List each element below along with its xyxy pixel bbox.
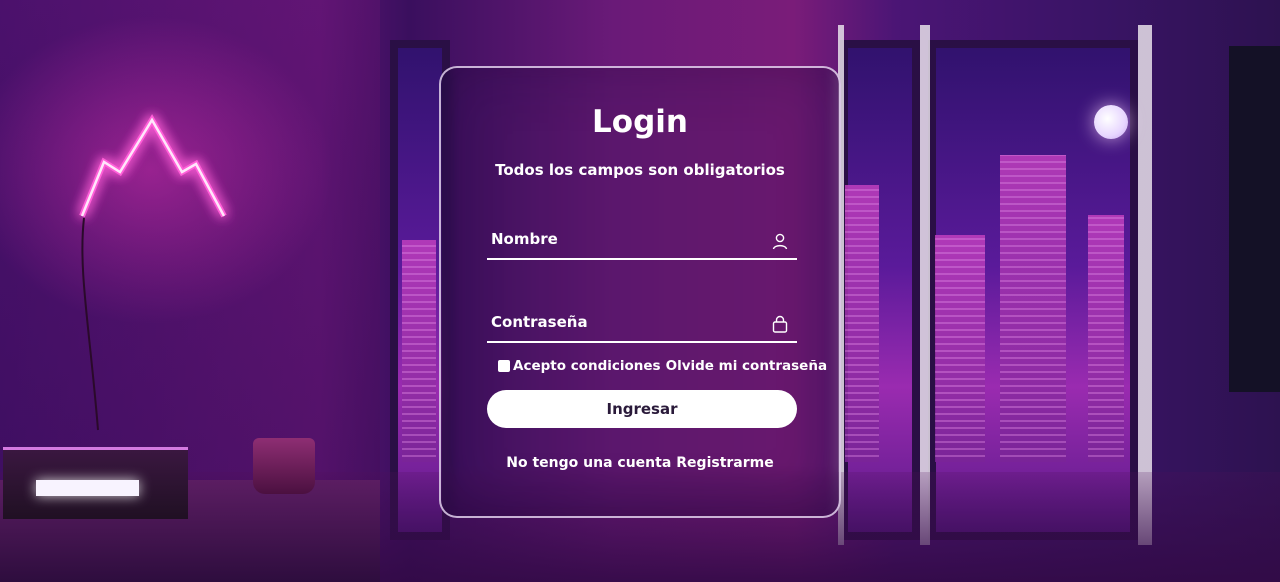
plant-pot <box>253 438 315 494</box>
login-subtitle: Todos los campos son obligatorios <box>495 161 785 179</box>
register-row: No tengo una cuenta Registrarme <box>441 455 839 471</box>
radio <box>3 447 188 519</box>
name-input[interactable] <box>487 220 757 258</box>
neon-mountain-sign <box>70 110 240 431</box>
accept-terms-label: Acepto condiciones <box>513 358 661 374</box>
login-title: Login <box>592 104 688 140</box>
building <box>1088 215 1124 462</box>
remember-row: Acepto condiciones Olvide mi contraseña <box>498 358 827 374</box>
login-card: Login Todos los campos son obligatorios … <box>439 66 841 518</box>
lock-icon <box>771 315 789 333</box>
no-account-text: No tengo una cuenta <box>506 455 672 471</box>
window-frame <box>920 25 930 545</box>
accept-terms-checkbox[interactable] <box>498 360 510 372</box>
name-field <box>487 220 797 260</box>
user-icon <box>771 232 789 250</box>
building <box>1000 155 1066 462</box>
moon <box>1094 105 1128 139</box>
building <box>935 235 985 462</box>
building <box>402 240 436 462</box>
password-field <box>487 303 797 343</box>
forgot-password-link[interactable]: Olvide mi contraseña <box>666 358 827 374</box>
radio-display <box>36 480 139 496</box>
building <box>845 185 879 462</box>
login-button[interactable]: Ingresar <box>487 390 797 428</box>
register-link[interactable]: Registrarme <box>676 455 773 471</box>
window-frame <box>1138 25 1152 545</box>
password-input[interactable] <box>487 303 757 341</box>
tv <box>1229 46 1280 392</box>
